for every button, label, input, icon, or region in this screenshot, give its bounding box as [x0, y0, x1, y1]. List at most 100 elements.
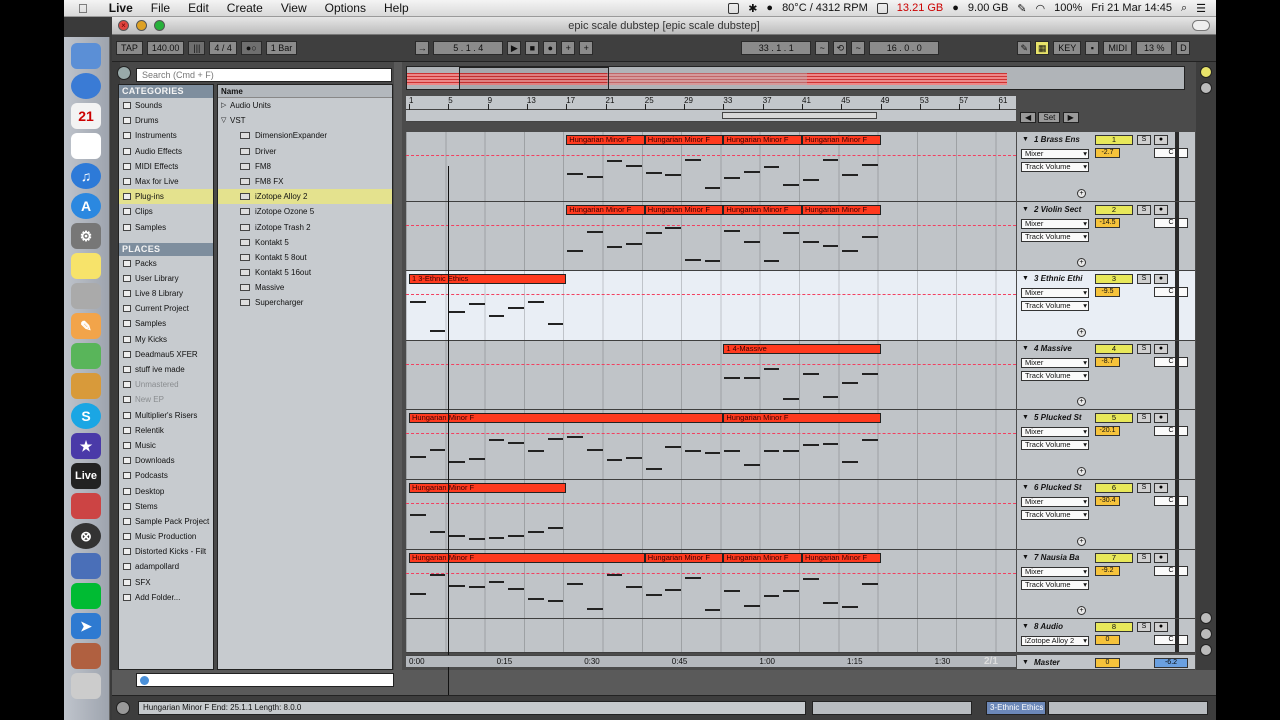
tap-button[interactable]: TAP: [116, 41, 143, 55]
menu-help[interactable]: Help: [375, 1, 418, 15]
overview-strip[interactable]: [406, 66, 1185, 90]
places-item[interactable]: User Library: [119, 271, 213, 286]
device-chooser[interactable]: Mixer: [1021, 357, 1089, 368]
imovie-icon[interactable]: ★: [71, 433, 101, 459]
pages-icon[interactable]: ✎: [71, 313, 101, 339]
clip-header[interactable]: Hungarian Minor F: [802, 204, 881, 215]
browser-file-item[interactable]: FM8 FX: [218, 174, 392, 189]
arm-record-icon[interactable]: ●: [1154, 413, 1168, 424]
system-preferences-icon[interactable]: ⚙: [71, 223, 101, 249]
places-item[interactable]: Desktop: [119, 484, 213, 499]
safari-icon[interactable]: [71, 73, 101, 99]
search-input[interactable]: Search (Cmd + F): [136, 68, 392, 82]
arm-record-icon[interactable]: ●: [1154, 483, 1168, 493]
photo-app-icon[interactable]: [71, 553, 101, 579]
track-delay-icon[interactable]: [1200, 66, 1212, 78]
places-item[interactable]: Live 8 Library: [119, 286, 213, 301]
track-header[interactable]: 6 Plucked St Mixer Track Volume 6 -30.4 CS● +: [1017, 480, 1195, 550]
minimize-window-icon[interactable]: [136, 20, 147, 31]
automation-chooser[interactable]: Track Volume: [1021, 440, 1089, 451]
menu-edit[interactable]: Edit: [179, 1, 218, 15]
places-item[interactable]: stuff ive made: [119, 362, 213, 377]
skype-icon[interactable]: S: [71, 403, 101, 429]
draw-mode-icon[interactable]: ✎: [1017, 41, 1032, 55]
compressor-icon[interactable]: ⊗: [71, 523, 101, 549]
device-chooser[interactable]: Mixer: [1021, 149, 1089, 159]
pan-field[interactable]: C: [1154, 217, 1188, 228]
clip-header[interactable]: Hungarian Minor F: [409, 413, 724, 424]
automation-chooser[interactable]: Track Volume: [1021, 162, 1089, 172]
places-item[interactable]: Downloads: [119, 453, 213, 468]
track-lane[interactable]: Hungarian Minor F: [406, 480, 1016, 550]
places-item[interactable]: Unmastered: [119, 377, 213, 392]
arm-record-icon[interactable]: ●: [1154, 622, 1168, 633]
song-position-field[interactable]: 5 . 1 . 4: [433, 41, 504, 55]
add-automation-lane-icon[interactable]: +: [1077, 466, 1086, 476]
solo-button[interactable]: S: [1137, 622, 1151, 633]
automation-chooser[interactable]: Track Volume: [1021, 301, 1089, 312]
notes-icon[interactable]: [71, 133, 101, 159]
battery-readout[interactable]: 100%: [1054, 2, 1082, 14]
add-automation-lane-icon[interactable]: +: [1077, 258, 1086, 268]
clip-header[interactable]: Hungarian Minor F: [566, 135, 645, 145]
volume-field[interactable]: -9.5: [1095, 287, 1120, 298]
places-item[interactable]: Music Production: [119, 529, 213, 544]
volume-field[interactable]: -8.7: [1095, 356, 1120, 367]
collapsed-triangle-icon[interactable]: ▷: [221, 98, 226, 113]
time-ruler[interactable]: 0:00 0:15 0:30 0:45 1:00 1:15 1:30: [406, 655, 1016, 667]
add-automation-lane-icon[interactable]: +: [1077, 536, 1086, 546]
expanded-triangle-icon[interactable]: ▽: [221, 113, 226, 128]
temperature-readout[interactable]: 80°C / 4312 RPM: [782, 2, 868, 14]
clip-header[interactable]: Hungarian Minor F: [644, 135, 724, 145]
clip-header[interactable]: Hungarian Minor F: [723, 135, 802, 145]
track-lane[interactable]: 1 3-Ethnic Ethics: [406, 271, 1016, 341]
clip-header[interactable]: Hungarian Minor F: [409, 552, 645, 563]
loop-start-field[interactable]: 33 . 1 . 1: [741, 41, 812, 55]
places-item[interactable]: Sample Pack Project: [119, 514, 213, 529]
browser-file-item[interactable]: iZotope Trash 2: [218, 220, 392, 235]
places-item[interactable]: Relentik: [119, 423, 213, 438]
selected-track-label[interactable]: 3-Ethnic Ethics: [986, 701, 1046, 715]
app-menu[interactable]: Live: [100, 1, 142, 15]
menu-file[interactable]: File: [142, 1, 179, 15]
name-column-header[interactable]: Name: [218, 85, 392, 98]
locator-next-icon[interactable]: ▶: [1062, 112, 1079, 123]
master-name[interactable]: Master: [1021, 658, 1093, 669]
tool-icon[interactable]: ✎: [1017, 2, 1026, 15]
punch-in-icon[interactable]: ~: [815, 41, 830, 55]
clip-header[interactable]: Hungarian Minor F: [723, 413, 881, 424]
add-automation-lane-icon[interactable]: +: [1077, 606, 1086, 616]
track-header[interactable]: 3 Ethnic Ethi Mixer Track Volume 3 -9.5 CS● +: [1017, 271, 1195, 341]
clip-header[interactable]: Hungarian Minor F: [644, 552, 724, 563]
browser-file-item[interactable]: Supercharger: [218, 295, 392, 310]
browser-file-item[interactable]: Driver: [218, 144, 392, 159]
places-item[interactable]: Multiplier's Risers: [119, 408, 213, 423]
memory-readout[interactable]: 13.21 GB: [897, 2, 943, 14]
track-activator[interactable]: 7: [1095, 552, 1133, 563]
track-activator[interactable]: 8: [1095, 622, 1133, 633]
menu-options[interactable]: Options: [316, 1, 375, 15]
tempo-field[interactable]: 140.00: [146, 41, 185, 55]
device-chooser[interactable]: Mixer: [1021, 288, 1089, 299]
track-header[interactable]: 4 Massive Mixer Track Volume 4 -8.7 CS● +: [1017, 340, 1195, 411]
solo-button[interactable]: S: [1137, 552, 1151, 563]
track-name[interactable]: 4 Massive: [1021, 344, 1093, 355]
category-item[interactable]: Drums: [119, 113, 213, 128]
set-locator-button[interactable]: Set: [1038, 112, 1061, 123]
solo-button[interactable]: S: [1137, 135, 1151, 145]
preview-bar[interactable]: [136, 673, 394, 687]
browser-file-item[interactable]: iZotope Ozone 5: [218, 204, 392, 219]
preview-icon[interactable]: [71, 373, 101, 399]
volume-field[interactable]: 0: [1095, 635, 1120, 646]
device-chooser[interactable]: Mixer: [1021, 218, 1089, 229]
category-item[interactable]: Audio Effects: [119, 144, 213, 159]
master-track-header[interactable]: Master0 -6.2: [1017, 655, 1195, 670]
time-signature-field[interactable]: 4 / 4: [209, 41, 237, 55]
places-item[interactable]: Podcasts: [119, 468, 213, 483]
automation-chooser[interactable]: Track Volume: [1021, 510, 1089, 520]
locator-prev-icon[interactable]: ◀: [1020, 112, 1037, 123]
category-item[interactable]: MIDI Effects: [119, 159, 213, 174]
midi-map-button[interactable]: MIDI: [1103, 41, 1133, 55]
sends-toggle-icon[interactable]: [1200, 612, 1212, 624]
track-activator[interactable]: 3: [1095, 274, 1133, 285]
